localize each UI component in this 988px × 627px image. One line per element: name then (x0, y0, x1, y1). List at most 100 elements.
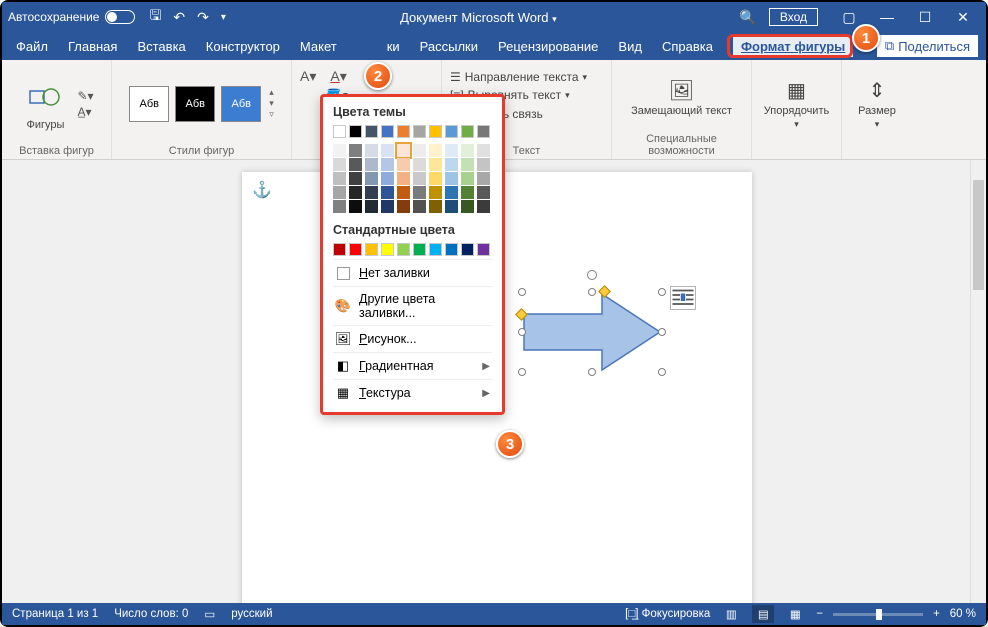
zoom-level[interactable]: 60 % (950, 608, 976, 620)
gradient-fill-item[interactable]: ◧ Градиентная ▶ (333, 352, 492, 379)
color-swatch[interactable] (413, 172, 426, 185)
word-count[interactable]: Число слов: 0 (114, 608, 188, 620)
color-swatch[interactable] (333, 144, 346, 157)
tab-file[interactable]: Файл (6, 34, 58, 59)
ribbon-display-icon[interactable]: ▢ (832, 9, 866, 26)
tab-layout[interactable]: Макет (290, 34, 347, 59)
zoom-out-button[interactable]: − (816, 608, 823, 620)
color-swatch[interactable] (445, 186, 458, 199)
tab-references[interactable] (347, 41, 387, 51)
color-swatch[interactable] (413, 125, 426, 138)
color-swatch[interactable] (445, 243, 458, 256)
color-swatch[interactable] (397, 158, 410, 171)
color-swatch[interactable] (429, 158, 442, 171)
alt-text-button[interactable]: 🖼 Замещающий текст (627, 76, 736, 119)
wordart-quick-icon[interactable]: A▾ (300, 68, 316, 85)
read-mode-icon[interactable]: ▥ (720, 605, 742, 623)
language-status[interactable]: русский (231, 608, 272, 620)
color-swatch[interactable] (333, 158, 346, 171)
color-swatch[interactable] (349, 144, 362, 157)
color-swatch[interactable] (349, 243, 362, 256)
zoom-slider[interactable] (833, 613, 923, 616)
maximize-icon[interactable]: ☐ (908, 9, 942, 26)
color-swatch[interactable] (333, 243, 346, 256)
rotate-handle[interactable] (587, 270, 597, 280)
color-swatch[interactable] (333, 186, 346, 199)
color-swatch[interactable] (461, 144, 474, 157)
color-swatch[interactable] (381, 200, 394, 213)
color-swatch[interactable] (365, 144, 378, 157)
edit-shape-icon[interactable]: ✎▾ (77, 89, 93, 103)
tab-design[interactable]: Конструктор (196, 34, 290, 59)
color-swatch[interactable] (477, 243, 490, 256)
color-swatch[interactable] (461, 200, 474, 213)
color-swatch[interactable] (461, 186, 474, 199)
color-swatch[interactable] (365, 186, 378, 199)
shape-style-3[interactable]: Абв (221, 86, 261, 122)
text-fill-icon[interactable]: A▾ (330, 68, 346, 85)
style-scroll-up-icon[interactable]: ▴ (269, 87, 274, 98)
color-swatch[interactable] (397, 172, 410, 185)
resize-handle[interactable] (588, 368, 596, 376)
color-swatch[interactable] (381, 172, 394, 185)
color-swatch[interactable] (429, 172, 442, 185)
tab-mailings[interactable]: Рассылки (410, 34, 488, 59)
color-swatch[interactable] (397, 125, 410, 138)
style-scroll-down-icon[interactable]: ▾ (269, 98, 274, 109)
text-direction-button[interactable]: ☰Направление текста ▾ (450, 70, 587, 84)
color-swatch[interactable] (413, 200, 426, 213)
color-swatch[interactable] (365, 200, 378, 213)
color-swatch[interactable] (445, 172, 458, 185)
color-swatch[interactable] (429, 200, 442, 213)
tab-shape-format[interactable]: Формат фигуры (731, 34, 855, 59)
no-fill-item[interactable]: Нет заливки (333, 259, 492, 286)
redo-icon[interactable]: ↷ (197, 9, 209, 26)
color-swatch[interactable] (413, 243, 426, 256)
color-swatch[interactable] (333, 200, 346, 213)
color-swatch[interactable] (413, 158, 426, 171)
color-swatch[interactable] (429, 243, 442, 256)
resize-handle[interactable] (658, 288, 666, 296)
shape-style-1[interactable]: Абв (129, 86, 169, 122)
color-swatch[interactable] (477, 200, 490, 213)
color-swatch[interactable] (397, 243, 410, 256)
arrange-button[interactable]: ▦ Упорядочить ▾ (760, 76, 833, 132)
color-swatch[interactable] (445, 158, 458, 171)
tab-view[interactable]: Вид (608, 34, 652, 59)
color-swatch[interactable] (413, 144, 426, 157)
search-icon[interactable]: 🔍 (731, 9, 765, 26)
print-layout-icon[interactable]: ▤ (752, 605, 774, 623)
color-swatch[interactable] (445, 200, 458, 213)
toggle-switch-icon[interactable] (105, 10, 135, 24)
color-swatch[interactable] (397, 144, 410, 157)
shape-style-2[interactable]: Абв (175, 86, 215, 122)
color-swatch[interactable] (333, 172, 346, 185)
color-swatch[interactable] (381, 186, 394, 199)
page-status[interactable]: Страница 1 из 1 (12, 608, 98, 620)
color-swatch[interactable] (381, 125, 394, 138)
tab-home[interactable]: Главная (58, 34, 127, 59)
color-swatch[interactable] (477, 186, 490, 199)
tab-insert[interactable]: Вставка (127, 34, 195, 59)
color-swatch[interactable] (397, 186, 410, 199)
color-swatch[interactable] (477, 144, 490, 157)
resize-handle[interactable] (658, 328, 666, 336)
share-button[interactable]: ⧉ Поделиться (877, 35, 978, 57)
color-swatch[interactable] (477, 125, 490, 138)
color-swatch[interactable] (477, 158, 490, 171)
more-colors-item[interactable]: 🎨 Другие цвета заливки... (333, 286, 492, 325)
color-swatch[interactable] (365, 243, 378, 256)
focus-mode-button[interactable]: [□̲] Фокусировка (625, 608, 710, 620)
web-layout-icon[interactable]: ▦ (784, 605, 806, 623)
scrollbar-thumb[interactable] (973, 180, 984, 290)
tab-help[interactable]: Справка (652, 34, 723, 59)
resize-handle[interactable] (658, 368, 666, 376)
color-swatch[interactable] (349, 186, 362, 199)
texture-fill-item[interactable]: ▦ Текстура ▶ (333, 379, 492, 406)
color-swatch[interactable] (365, 125, 378, 138)
proofing-icon[interactable]: ▭ (204, 607, 215, 621)
color-swatch[interactable] (461, 125, 474, 138)
save-icon[interactable]: 🖫 (149, 5, 161, 29)
color-swatch[interactable] (461, 172, 474, 185)
color-swatch[interactable] (365, 172, 378, 185)
